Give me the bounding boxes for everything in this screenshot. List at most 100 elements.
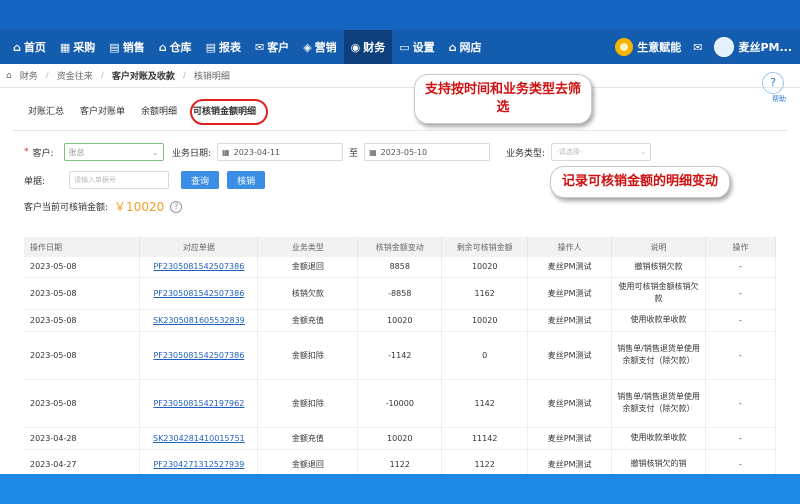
cell-date: 2023-05-08	[24, 277, 141, 310]
col-type: 业务类型	[257, 237, 359, 257]
cell-action: -	[705, 257, 776, 278]
cell-type: 金额扣除	[257, 331, 359, 380]
business-empower-link[interactable]: 生意赋能	[615, 38, 681, 56]
date-from-value: 2023-04-11	[233, 147, 281, 157]
doc-placeholder: 请输入单据号	[74, 176, 117, 184]
highlight-circle	[190, 99, 268, 125]
breadcrumb-separator: /	[182, 70, 186, 81]
cell-operator: 麦丝PM测试	[527, 331, 613, 380]
warehouse-icon: ⌂	[158, 40, 167, 54]
tab-customer-statement[interactable]: 客户对账单	[72, 104, 133, 120]
purchase-icon: ▦	[59, 40, 71, 54]
document-link[interactable]: PF2305081542197962	[153, 399, 244, 408]
nav-item-label: 销售	[122, 41, 145, 54]
col-operator: 操作人	[527, 237, 613, 257]
cell-remain: 1142	[441, 379, 529, 428]
user-menu[interactable]: 麦丝PM...	[714, 37, 792, 57]
breadcrumb-finance[interactable]: 财务	[20, 69, 38, 82]
breadcrumb-separator: /	[45, 70, 49, 81]
nav-item-0[interactable]: ⌂ 首页	[6, 30, 53, 64]
home-icon: ⌂	[13, 40, 21, 54]
customer-filter: * 客户: 张总 ⌄	[24, 143, 164, 161]
cell-date: 2023-05-08	[24, 331, 141, 380]
document-link[interactable]: PF2305081542507386	[153, 351, 244, 360]
cell-action: -	[705, 277, 776, 310]
breadcrumb-funds[interactable]: 资金往来	[57, 69, 93, 82]
nav-item-8[interactable]: ▭ 设置	[392, 30, 441, 64]
nav-item-5[interactable]: ✉ 客户	[248, 30, 296, 64]
tab-balance-detail[interactable]: 余额明细	[133, 104, 185, 120]
cell-operator: 麦丝PM测试	[527, 257, 613, 278]
cell-change: 8858	[357, 257, 443, 278]
date-to-input[interactable]: ▦ 2023-05-10	[364, 143, 491, 161]
breadcrumb: ⌂ 财务 / 资金往来 / 客户对账及收款 / 核销明细	[0, 64, 800, 88]
customer-icon: ✉	[254, 40, 265, 54]
bottom-bar	[0, 474, 800, 504]
tab-reconcile-summary[interactable]: 对账汇总	[20, 104, 72, 120]
customer-select[interactable]: 张总 ⌄	[63, 143, 164, 161]
cell-change: -8858	[357, 277, 443, 310]
cell-action: -	[705, 309, 776, 332]
breadcrumb-customer-reconcile[interactable]: 客户对账及收款	[112, 69, 175, 82]
date-from-input[interactable]: ▦ 2023-04-11	[217, 143, 344, 161]
table-row: 2023-05-08 SK2305081605532839 金额充值 10020 100…	[24, 309, 776, 332]
document-link[interactable]: SK2305081605532839	[153, 316, 245, 325]
col-date: 操作日期	[24, 237, 141, 257]
cell-document: SK2305081605532839	[139, 309, 259, 332]
table-row: 2023-05-08 PF2305081542507386 核销欠款 -8858 116…	[24, 277, 776, 310]
type-placeholder: -请选择-	[556, 148, 583, 156]
table-row: 2023-05-08 PF2305081542507386 金额扣除 -1142 0 麦丝…	[24, 331, 776, 380]
nav-item-label: 网店	[459, 41, 482, 54]
avatar	[714, 37, 735, 57]
home-crumb-icon[interactable]: ⌂	[6, 71, 12, 81]
settings-icon: ▭	[399, 40, 410, 54]
navbar-right: 生意赋能 ✉ 麦丝PM...	[615, 30, 792, 64]
mail-icon[interactable]: ✉	[693, 41, 702, 54]
cell-remain: 0	[441, 331, 529, 380]
help-button[interactable]: ?	[762, 72, 784, 94]
date-label: 业务日期:	[172, 148, 212, 159]
table-row: 2023-05-08 PF2305081542197962 金额扣除 -10000 11…	[24, 379, 776, 428]
doc-input[interactable]: 请输入单据号	[69, 171, 170, 189]
date-filter: 业务日期: ▦ 2023-04-11 至 ▦ 2023-05-10	[172, 143, 491, 161]
nav-item-label: 首页	[23, 41, 46, 54]
cell-change: 10020	[357, 427, 443, 450]
cell-document: SK2304281410015751	[139, 427, 259, 450]
chevron-down-icon: ⌄	[151, 147, 159, 157]
table-header-row: 操作日期 对应单据 业务类型 核销金额变动 剩余可核销金额 操作人 说明 操作	[24, 237, 776, 257]
nav-item-2[interactable]: ▤ 销售	[102, 30, 151, 64]
doc-filter: 单据: 请输入单据号 查询 核销	[24, 171, 266, 189]
query-button[interactable]: 查询	[181, 171, 220, 189]
document-link[interactable]: SK2304281410015751	[153, 434, 245, 443]
document-link[interactable]: PF2304271312527939	[153, 460, 244, 469]
webstore-icon: ⌂	[448, 40, 457, 54]
cell-change: -10000	[357, 379, 443, 428]
marketing-icon: ◈	[303, 40, 312, 54]
nav-item-1[interactable]: ▦ 采购	[53, 30, 102, 64]
cell-action: -	[705, 331, 776, 380]
cell-remain: 10020	[441, 257, 529, 278]
document-link[interactable]: PF2305081542507386	[153, 262, 244, 271]
required-mark: *	[24, 147, 29, 157]
customer-label: 客户:	[32, 148, 54, 159]
cell-remain: 10020	[441, 309, 529, 332]
nav-item-9[interactable]: ⌂ 网店	[442, 30, 489, 64]
writeoff-button[interactable]: 核销	[227, 171, 266, 189]
writeoff-table: 操作日期 对应单据 业务类型 核销金额变动 剩余可核销金额 操作人 说明 操作 …	[24, 237, 776, 480]
question-icon[interactable]: ?	[170, 200, 183, 213]
cell-operator: 麦丝PM测试	[527, 379, 613, 428]
cell-type: 金额扣除	[257, 379, 359, 428]
cell-date: 2023-04-28	[24, 427, 141, 450]
type-label: 业务类型:	[506, 148, 546, 159]
nav-item-6[interactable]: ◈ 营销	[296, 30, 343, 64]
col-action: 操作	[705, 237, 776, 257]
nav-item-7[interactable]: ◉ 财务	[343, 30, 393, 64]
nav-item-3[interactable]: ⌂ 仓库	[152, 30, 199, 64]
type-select[interactable]: -请选择- ⌄	[551, 143, 652, 161]
nav-item-4[interactable]: ▤ 报表	[199, 30, 248, 64]
document-link[interactable]: PF2305081542507386	[153, 289, 244, 298]
breadcrumb-separator: /	[100, 70, 104, 81]
cell-date: 2023-05-08	[24, 309, 141, 332]
customer-value: 张总	[68, 147, 85, 157]
nav-item-label: 仓库	[169, 41, 192, 54]
